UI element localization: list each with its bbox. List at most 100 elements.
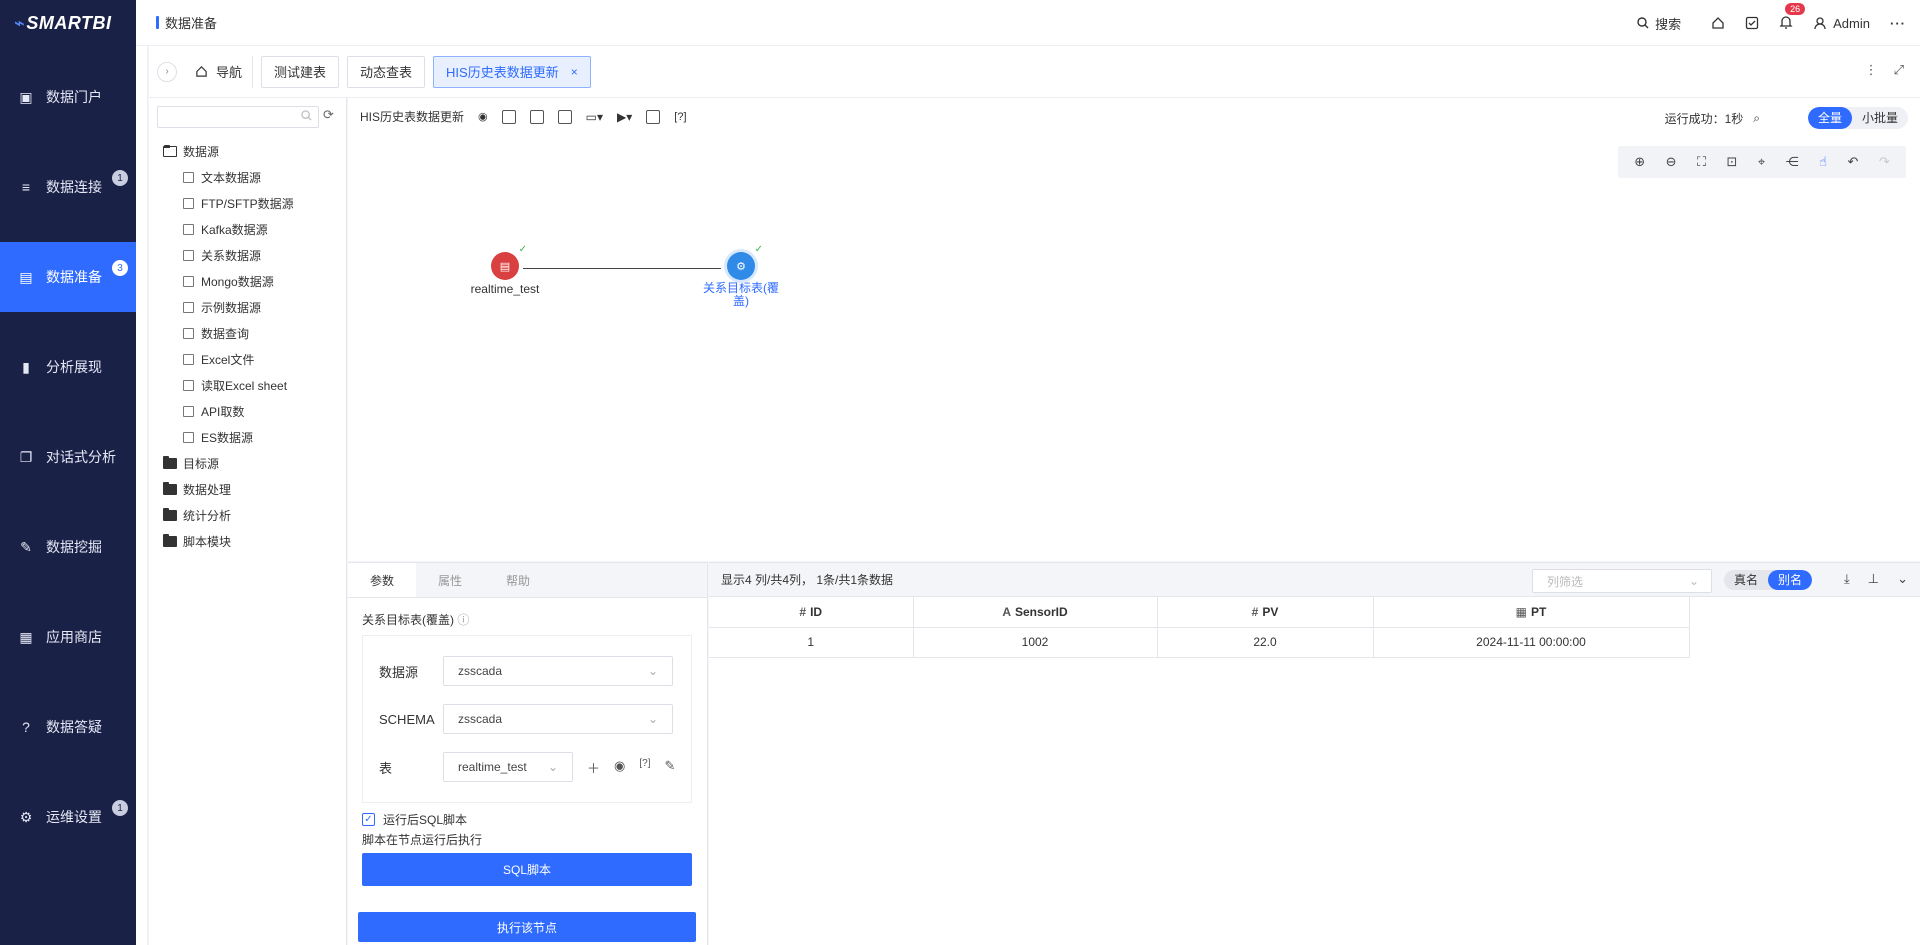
- column-header[interactable]: # PV: [1157, 597, 1374, 628]
- tree-item[interactable]: Kafka数据源: [181, 221, 268, 238]
- properties-icon[interactable]: [501, 109, 516, 124]
- download-icon[interactable]: ⤓: [1844, 571, 1850, 587]
- tab-help[interactable]: 帮助: [484, 563, 552, 597]
- edit-icon[interactable]: ✎: [664, 758, 675, 777]
- tree-item[interactable]: 文本数据源: [181, 169, 261, 186]
- expand-toggle[interactable]: ›: [157, 61, 177, 82]
- question-icon[interactable]: ⓘ: [457, 613, 469, 627]
- sidebar-item-1[interactable]: ≡ 数据连接 1: [0, 152, 136, 222]
- variable-icon[interactable]: [?]: [674, 111, 686, 123]
- close-icon[interactable]: ×: [571, 65, 578, 79]
- name-mode-toggle[interactable]: 真名 别名: [1724, 570, 1813, 590]
- settings-dot-icon[interactable]: ◉: [478, 110, 488, 123]
- global-search[interactable]: 搜索: [1627, 10, 1691, 37]
- sidebar-item-3[interactable]: ▮ 分析展现: [0, 332, 136, 402]
- source-node[interactable]: ▤ ✓ realtime_test: [464, 244, 546, 296]
- tree-folder[interactable]: 数据源: [163, 143, 219, 160]
- tab-nav[interactable]: 导航: [185, 55, 254, 88]
- tree-item[interactable]: 示例数据源: [181, 299, 261, 316]
- collapse-chevron-icon[interactable]: ⌄: [1897, 571, 1908, 587]
- help-icon: ?: [22, 719, 30, 735]
- flow-canvas[interactable]: HIS历史表数据更新 ◉ ▭▾ ▶▾ [?] 运行成功：1秒 ⌕ 全量 小批量 …: [348, 98, 1920, 561]
- task-check-icon[interactable]: [1745, 16, 1759, 30]
- redo-icon[interactable]: ↷: [1879, 154, 1890, 170]
- save-as-icon[interactable]: [557, 109, 572, 124]
- datasource-select[interactable]: zsscada ⌄: [443, 656, 673, 686]
- tree-item[interactable]: FTP/SFTP数据源: [181, 195, 294, 212]
- home-icon[interactable]: [1711, 16, 1725, 30]
- tree-item[interactable]: Mongo数据源: [181, 273, 274, 290]
- bell-icon: [1779, 15, 1793, 29]
- notification-count-badge: 26: [1785, 2, 1806, 15]
- tab-dynamic-query[interactable]: 动态查表: [347, 55, 426, 88]
- user-icon: [1814, 17, 1826, 30]
- sidebar-item-7[interactable]: ? 数据答疑: [0, 692, 136, 762]
- tree-folder[interactable]: 目标源: [163, 455, 219, 472]
- search-icon: [1637, 17, 1649, 29]
- target-node[interactable]: ⚙ ✓ 关系目标表(覆盖): [700, 244, 782, 308]
- tab-params[interactable]: 参数: [348, 563, 416, 597]
- tree-item[interactable]: 关系数据源: [181, 247, 261, 264]
- layout-tree-icon[interactable]: ⋲: [1786, 154, 1799, 170]
- user-menu[interactable]: Admin: [1813, 16, 1870, 31]
- param-form: 数据源 zsscada ⌄ SCHEMA zsscada ⌄ 表 realtime_…: [362, 635, 692, 803]
- pin-icon[interactable]: ⊥: [1868, 571, 1879, 587]
- locate-icon[interactable]: ⌖: [1758, 154, 1765, 170]
- preview-icon[interactable]: ◉: [614, 758, 625, 777]
- display-dropdown-icon[interactable]: ▭▾: [586, 110, 603, 124]
- tab-properties[interactable]: 属性: [416, 563, 484, 597]
- notification-bell[interactable]: 26: [1779, 2, 1806, 32]
- tab-test-create-table[interactable]: 测试建表: [261, 55, 340, 88]
- tree-item[interactable]: 数据查询: [181, 325, 249, 342]
- column-header[interactable]: # ID: [709, 597, 914, 628]
- more-icon[interactable]: ···: [1890, 16, 1906, 31]
- table-row[interactable]: 1 1002 22.0 2024-11-11 00:00:00: [709, 627, 1690, 658]
- execute-node-button[interactable]: 执行该节点: [358, 912, 696, 942]
- variable-icon[interactable]: [?]: [639, 758, 650, 777]
- sql-script-button[interactable]: SQL脚本: [362, 853, 692, 886]
- tree-item[interactable]: Excel文件: [181, 351, 254, 368]
- chat-icon: ❐: [19, 448, 33, 465]
- schedule-icon[interactable]: [646, 109, 661, 124]
- top-header: 数据准备 搜索 26 Admin ···: [136, 0, 1920, 46]
- tree-item[interactable]: API取数: [181, 403, 244, 420]
- tab-his-history-update[interactable]: HIS历史表数据更新 ×: [433, 55, 591, 88]
- pan-hand-icon[interactable]: ☝: [1819, 154, 1827, 170]
- schema-select[interactable]: zsscada ⌄: [443, 704, 673, 734]
- column-header[interactable]: ▦ PT: [1373, 597, 1690, 628]
- mode-batch[interactable]: 小批量: [1852, 107, 1908, 129]
- real-name-option[interactable]: 真名: [1724, 570, 1768, 590]
- fullscreen-icon[interactable]: ⤢: [1894, 62, 1904, 78]
- alias-option[interactable]: 别名: [1768, 570, 1813, 590]
- tree-search-input[interactable]: [157, 106, 319, 128]
- zoom-out-icon[interactable]: ⊖: [1666, 154, 1677, 170]
- table-select[interactable]: realtime_test ⌄: [443, 752, 573, 782]
- run-mode-toggle[interactable]: 全量 小批量: [1807, 107, 1908, 129]
- zoom-in-icon[interactable]: ⊕: [1634, 154, 1645, 170]
- refresh-icon[interactable]: ⟳: [323, 107, 334, 123]
- fit-view-icon[interactable]: ⛶: [1697, 154, 1706, 170]
- sidebar-item-5[interactable]: ✎ 数据挖掘: [0, 512, 136, 582]
- sidebar-item-2[interactable]: ▤ 数据准备 3: [0, 242, 136, 312]
- vertical-more-icon[interactable]: ⋮: [1865, 62, 1878, 78]
- tree-item[interactable]: ES数据源: [181, 429, 253, 446]
- post-sql-checkbox[interactable]: ✓ 运行后SQL脚本: [362, 811, 467, 828]
- actual-size-icon[interactable]: ⊡: [1727, 154, 1738, 170]
- tree-folder[interactable]: 脚本模块: [163, 533, 231, 550]
- tree-item[interactable]: 读取Excel sheet: [181, 377, 287, 394]
- column-filter-select[interactable]: 列筛选 ⌄: [1532, 569, 1712, 593]
- sidebar-item-4[interactable]: ❐ 对话式分析: [0, 422, 136, 492]
- tree-folder[interactable]: 数据处理: [163, 481, 231, 498]
- run-dropdown-icon[interactable]: ▶▾: [617, 110, 632, 124]
- sidebar-item-8[interactable]: ⚙ 运维设置 1: [0, 782, 136, 852]
- sidebar-item-6[interactable]: ▦ 应用商店: [0, 602, 136, 672]
- save-icon[interactable]: [529, 109, 544, 124]
- column-header[interactable]: A SensorID: [913, 597, 1158, 628]
- flow-name: HIS历史表数据更新: [360, 110, 465, 124]
- log-search-icon[interactable]: ⌕: [1753, 111, 1760, 126]
- tree-folder[interactable]: 统计分析: [163, 507, 231, 524]
- undo-icon[interactable]: ↶: [1847, 154, 1858, 170]
- mode-full[interactable]: 全量: [1807, 107, 1852, 129]
- add-icon[interactable]: ＋: [587, 758, 600, 777]
- sidebar-item-0[interactable]: ▣ 数据门户: [0, 62, 136, 132]
